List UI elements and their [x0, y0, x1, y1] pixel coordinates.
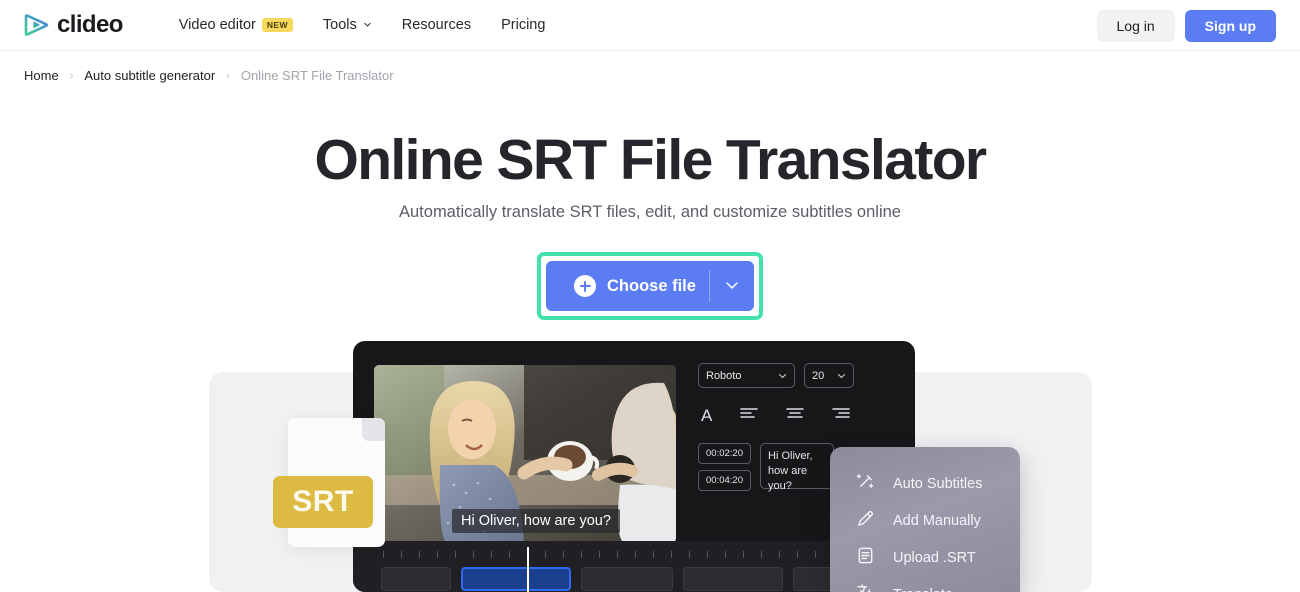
subtitle-text-field[interactable]: Hi Oliver, how are you? [760, 443, 834, 492]
font-family-value: Roboto [706, 369, 742, 382]
breadcrumb-separator: › [226, 69, 230, 82]
login-button[interactable]: Log in [1096, 10, 1175, 42]
timeline-clip[interactable] [683, 567, 783, 591]
video-preview[interactable]: Hi Oliver, how are you? [374, 365, 676, 543]
choose-file-label: Choose file [607, 276, 696, 295]
menu-item-label: Upload .SRT [893, 549, 976, 566]
breadcrumb-item-current: Online SRT File Translator [240, 68, 394, 83]
srt-file-card: SRT [273, 418, 385, 547]
timeline-clip[interactable] [581, 567, 673, 591]
choose-file-button[interactable]: Choose file [546, 261, 754, 311]
breadcrumb-item-home[interactable]: Home [24, 68, 59, 83]
nav-item-video-editor[interactable]: Video editor NEW [179, 17, 293, 33]
play-triangle-gradient-icon [24, 12, 50, 38]
text-color-icon[interactable]: A [701, 407, 712, 424]
timeline-clip[interactable] [381, 567, 451, 591]
subtitle-end-time[interactable]: 00:04:20 [698, 470, 751, 491]
menu-item-auto-subtitles[interactable]: Auto Subtitles [830, 465, 1020, 502]
page-root: clideo Video editor NEW Tools Resources … [0, 0, 1300, 592]
menu-item-translate[interactable]: Translate [830, 576, 1020, 592]
breadcrumb: Home › Auto subtitle generator › Online … [24, 68, 394, 83]
site-header: clideo Video editor NEW Tools Resources … [0, 0, 1300, 51]
nav-label: Pricing [501, 17, 546, 33]
srt-format-badge: SRT [273, 476, 373, 528]
signup-button[interactable]: Sign up [1184, 10, 1276, 42]
plus-circle-icon [574, 275, 596, 297]
page-title: Online SRT File Translator [314, 128, 987, 192]
page-subtitle: Automatically translate SRT files, edit,… [399, 203, 901, 221]
align-right-icon[interactable] [832, 406, 851, 424]
menu-item-upload-srt[interactable]: Upload .SRT [830, 539, 1020, 576]
nav-item-tools[interactable]: Tools [323, 17, 372, 33]
timeline-playhead[interactable] [527, 547, 529, 592]
menu-item-label: Auto Subtitles [893, 475, 983, 492]
menu-item-label: Translate [893, 587, 953, 592]
nav-item-resources[interactable]: Resources [402, 17, 471, 33]
breadcrumb-separator: › [69, 69, 74, 82]
auth-actions: Log in Sign up [1096, 10, 1276, 42]
translate-icon [856, 583, 875, 592]
main-nav: Video editor NEW Tools Resources Pricing [179, 17, 546, 33]
brand-name: clideo [57, 11, 123, 38]
new-badge: NEW [261, 18, 293, 32]
timeline-clip-selected[interactable] [461, 567, 571, 591]
align-left-icon[interactable] [740, 406, 759, 424]
breadcrumb-item-auto-subtitle-generator[interactable]: Auto subtitle generator [84, 68, 215, 83]
chevron-down-icon [363, 17, 372, 33]
nav-item-pricing[interactable]: Pricing [501, 17, 545, 33]
nav-label: Tools [322, 17, 357, 33]
video-caption: Hi Oliver, how are you? [452, 509, 620, 533]
cta-divider [709, 270, 710, 302]
timecodes: 00:02:20 00:04:20 [698, 443, 751, 491]
font-size-select[interactable]: 20 [804, 363, 854, 388]
style-selects-row: Roboto 20 [698, 363, 894, 388]
chevron-down-icon [779, 373, 786, 378]
subtitle-options-menu: Auto Subtitles Add Manually Upload .SRT … [830, 447, 1020, 592]
magic-wand-icon [856, 472, 875, 495]
menu-item-label: Add Manually [893, 512, 981, 529]
font-size-value: 20 [812, 369, 825, 382]
nav-label: Resources [401, 17, 472, 33]
logo[interactable]: clideo [24, 11, 123, 39]
nav-label: Video editor [178, 17, 256, 33]
subtitle-start-time[interactable]: 00:02:20 [698, 443, 751, 464]
chevron-down-icon [838, 373, 845, 378]
document-icon [856, 546, 875, 569]
align-center-icon[interactable] [786, 406, 805, 424]
file-corner-fold-icon [362, 418, 385, 441]
text-tools-row: A [698, 406, 894, 424]
menu-item-add-manually[interactable]: Add Manually [830, 502, 1020, 539]
pencil-icon [856, 509, 875, 532]
font-family-select[interactable]: Roboto [698, 363, 795, 388]
